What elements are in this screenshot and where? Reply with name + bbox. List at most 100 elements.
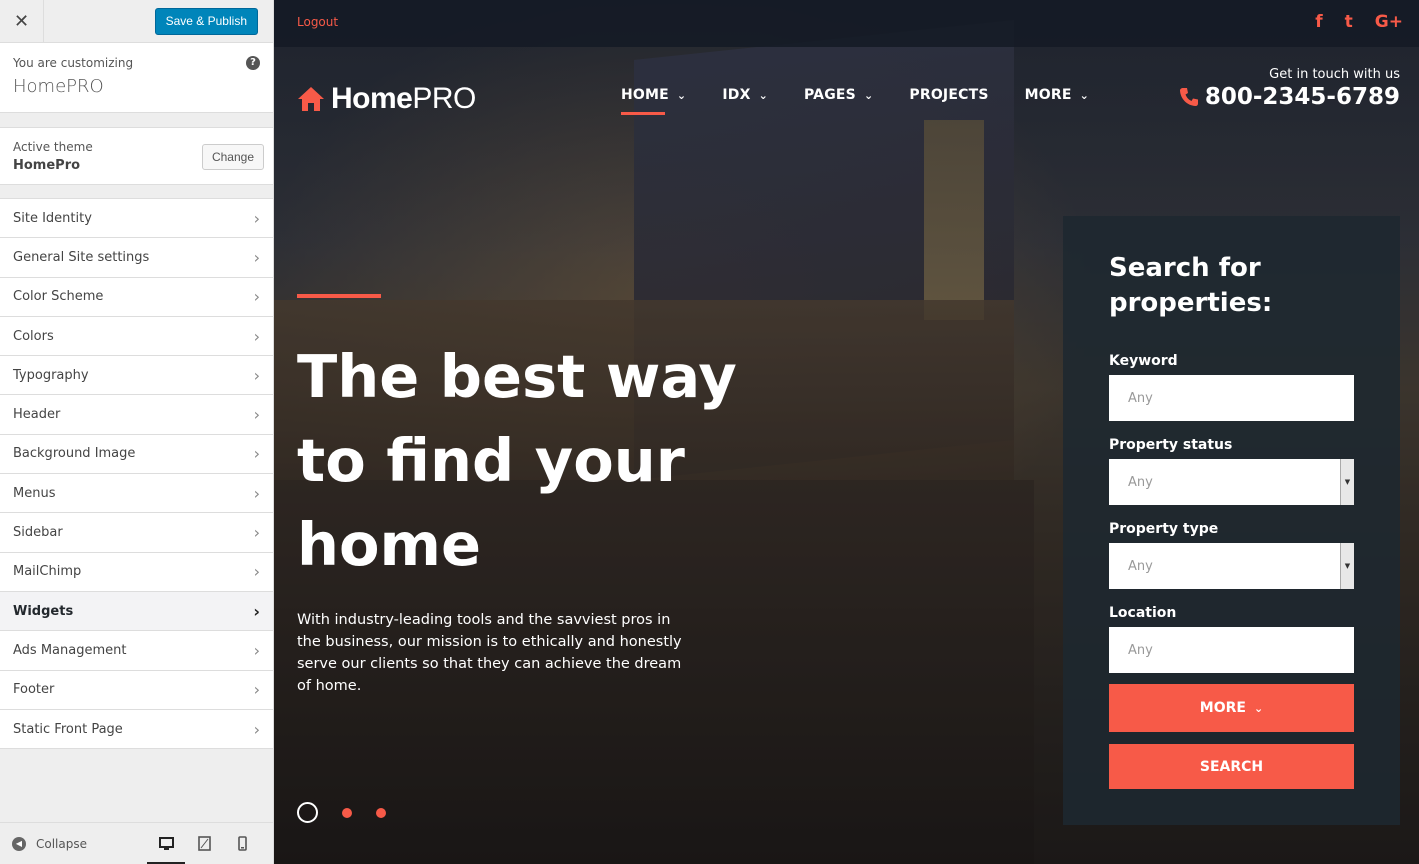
customizer-section-colors[interactable]: Colors › <box>0 316 273 357</box>
chevron-down-icon: ⌄ <box>863 88 874 102</box>
section-label: Widgets <box>13 603 74 619</box>
location-label: Location <box>1109 605 1177 621</box>
chevron-right-icon: › <box>253 326 260 346</box>
customizer-section-background-image[interactable]: Background Image › <box>0 434 273 475</box>
chevron-down-icon: ⌄ <box>758 88 768 102</box>
section-label: Background Image <box>13 446 136 462</box>
hero-text: With industry-leading tools and the savv… <box>297 612 682 694</box>
logo-text: HomePRO <box>331 82 476 115</box>
customizer-sidebar: ✕ Save & Publish You are customizing Hom… <box>0 0 274 864</box>
nav-item-projects[interactable]: PROJECTS <box>909 87 988 103</box>
collapse-arrow-icon: ◀ <box>12 836 26 851</box>
nav-label: MORE <box>1024 87 1072 103</box>
keyword-label: Keyword <box>1109 353 1178 369</box>
save-publish-button[interactable]: Save & Publish <box>154 8 258 35</box>
section-label: Footer <box>13 682 55 698</box>
customizer-section-color-scheme[interactable]: Color Scheme › <box>0 277 273 317</box>
chevron-right-icon: › <box>253 405 260 425</box>
customizer-section-sidebar[interactable]: Sidebar › <box>0 513 273 553</box>
customizer-section-menus[interactable]: Menus › <box>0 474 273 514</box>
collapse-button[interactable]: ◀ Collapse <box>12 836 87 851</box>
chevron-down-icon: ⌄ <box>1253 701 1264 715</box>
section-label: Colors <box>13 328 54 344</box>
mobile-preview-icon[interactable] <box>223 823 261 864</box>
nav-label: HOME <box>621 87 669 103</box>
phone-number: 800-2345-6789 <box>1204 84 1400 110</box>
chevron-right-icon: › <box>253 208 260 228</box>
customizer-section-general-site-settings[interactable]: General Site settings › <box>0 238 273 278</box>
main-navigation: HOME ⌄ IDX ⌄ PAGES ⌄ PROJECTS MORE ⌄ <box>621 87 1089 115</box>
search-title: Search for properties: <box>1109 253 1273 318</box>
section-label: Color Scheme <box>13 289 104 305</box>
slider-dot[interactable] <box>297 802 318 823</box>
customizer-sections: Site Identity › General Site settings › Colo… <box>0 198 273 750</box>
close-icon[interactable]: ✕ <box>0 0 44 43</box>
section-label: General Site settings <box>13 249 150 265</box>
facebook-icon[interactable]: f <box>1315 12 1322 32</box>
section-label: Sidebar <box>13 525 63 541</box>
contact-block: Get in touch with us 800-2345-6789 <box>1179 67 1400 110</box>
select-arrow-icon: ▼ <box>1340 459 1354 505</box>
help-icon[interactable]: ? <box>246 56 260 70</box>
customizer-section-widgets[interactable]: Widgets › <box>0 591 273 632</box>
house-icon <box>298 87 324 111</box>
property-status-label: Property status <box>1109 437 1233 453</box>
social-links: f t G+ <box>1315 12 1403 32</box>
section-label: Site Identity <box>13 210 92 226</box>
customizer-section-site-identity[interactable]: Site Identity › <box>0 199 273 239</box>
nav-item-more[interactable]: MORE ⌄ <box>1025 87 1089 103</box>
property-type-label: Property type <box>1109 521 1219 537</box>
customizer-section-ads-management[interactable]: Ads Management › <box>0 631 273 671</box>
site-preview: Logout f t G+ HomePRO HOME ⌄ IDX ⌄ PAGES ⌄ PROJE… <box>274 0 1419 864</box>
property-status-select[interactable]: Any ▼ <box>1109 459 1354 505</box>
site-logo[interactable]: HomePRO <box>297 82 476 116</box>
chevron-right-icon: › <box>253 562 260 582</box>
contact-label: Get in touch with us <box>1269 67 1400 82</box>
logout-link[interactable]: Logout <box>297 15 338 29</box>
chevron-right-icon: › <box>253 640 260 660</box>
customizing-label: You are customizing <box>13 56 134 70</box>
nav-item-pages[interactable]: PAGES ⌄ <box>804 87 873 103</box>
section-label: Ads Management <box>13 642 127 658</box>
more-options-button[interactable]: MORE ⌄ <box>1109 684 1354 732</box>
select-arrow-icon: ▼ <box>1340 543 1354 589</box>
customizer-section-mailchimp[interactable]: MailChimp › <box>0 552 273 592</box>
section-label: Menus <box>13 485 56 501</box>
chevron-right-icon: › <box>253 680 260 700</box>
nav-item-home[interactable]: HOME ⌄ <box>621 87 687 115</box>
chevron-right-icon: › <box>253 287 260 307</box>
customizer-section-typography[interactable]: Typography › <box>0 356 273 396</box>
chevron-down-icon: ⌄ <box>676 88 687 102</box>
customizer-section-footer[interactable]: Footer › <box>0 670 273 710</box>
nav-item-idx[interactable]: IDX ⌄ <box>722 87 768 103</box>
section-label: Header <box>13 407 61 423</box>
location-input[interactable]: Any <box>1109 627 1354 673</box>
section-label: Typography <box>13 367 89 383</box>
hero-accent-line <box>297 294 381 298</box>
search-button[interactable]: SEARCH <box>1109 744 1354 789</box>
section-label: MailChimp <box>13 564 82 580</box>
phone-icon <box>1179 88 1198 106</box>
slider-dots <box>297 802 386 823</box>
slider-dot[interactable] <box>342 807 352 818</box>
contact-phone[interactable]: 800-2345-6789 <box>1179 84 1400 110</box>
chevron-right-icon: › <box>253 719 260 739</box>
customizer-section-header[interactable]: Header › <box>0 395 273 435</box>
change-theme-button[interactable]: Change <box>201 144 264 170</box>
collapse-label: Collapse <box>36 836 87 851</box>
section-label: Static Front Page <box>13 721 123 737</box>
customizer-header: ✕ Save & Publish <box>0 0 273 43</box>
slider-dot[interactable] <box>376 807 386 818</box>
customizer-section-static-front-page[interactable]: Static Front Page › <box>0 709 273 750</box>
twitter-icon[interactable]: t <box>1345 12 1353 32</box>
google-plus-icon[interactable]: G+ <box>1375 12 1403 32</box>
desktop-preview-icon[interactable] <box>147 823 185 864</box>
keyword-input[interactable]: Any <box>1109 375 1354 421</box>
property-type-select[interactable]: Any ▼ <box>1109 543 1354 589</box>
top-bar: Logout f t G+ <box>274 0 1419 47</box>
site-name: HomePRO <box>13 76 104 97</box>
chevron-right-icon: › <box>253 247 260 267</box>
device-switcher <box>147 823 261 864</box>
property-search-panel: Search for properties: Keyword Any Prope… <box>1063 216 1400 825</box>
tablet-preview-icon[interactable] <box>185 823 223 864</box>
